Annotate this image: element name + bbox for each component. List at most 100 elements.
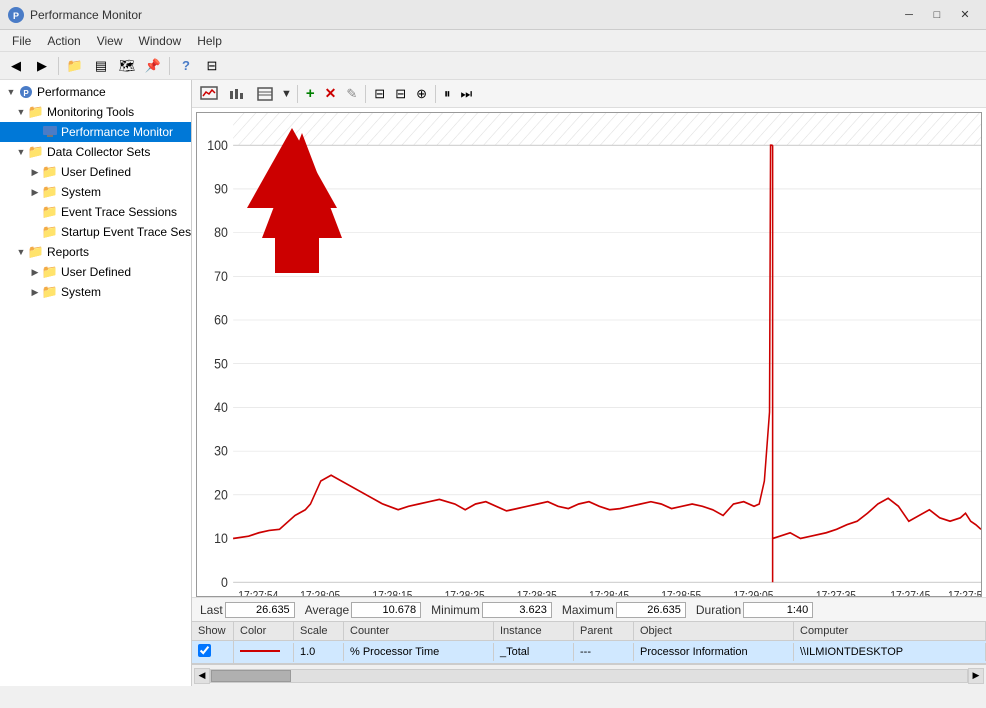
- cell-counter: % Processor Time: [344, 643, 494, 661]
- mt-histogram-view[interactable]: [224, 83, 250, 105]
- mt-graph-view[interactable]: [196, 83, 222, 105]
- sidebar-label-sys2: System: [61, 285, 101, 299]
- mt-report-view[interactable]: [252, 83, 278, 105]
- folder-icon-sets: 📁: [42, 224, 58, 240]
- menu-action[interactable]: Action: [39, 32, 88, 50]
- toolbar-up[interactable]: 📁: [63, 55, 87, 77]
- counter-table-header: Show Color Scale Counter Instance Parent…: [192, 622, 986, 641]
- svg-text:17:27:35: 17:27:35: [816, 590, 856, 596]
- sidebar-item-event-trace[interactable]: 📁 Event Trace Sessions: [0, 202, 191, 222]
- chart-inner: 100 90 80 70 60 50 40 30 20 10 0: [196, 112, 982, 597]
- last-label: Last: [200, 603, 223, 617]
- window-title: Performance Monitor: [30, 8, 142, 22]
- expander-monitoring-tools: ▼: [14, 105, 28, 119]
- sidebar-item-performance-monitor[interactable]: Performance Monitor: [0, 122, 191, 142]
- sidebar-item-performance[interactable]: ▼ P Performance: [0, 82, 191, 102]
- svg-text:40: 40: [214, 399, 228, 415]
- performance-icon: P: [18, 84, 34, 100]
- toolbar-view[interactable]: ▤: [89, 55, 113, 77]
- header-computer: Computer: [794, 622, 986, 640]
- minimize-button[interactable]: ─: [896, 5, 922, 25]
- svg-text:60: 60: [214, 312, 228, 328]
- toolbar-forward[interactable]: ▶: [30, 55, 54, 77]
- scroll-left-arrow[interactable]: ◀: [194, 668, 210, 684]
- counter-table: Show Color Scale Counter Instance Parent…: [192, 621, 986, 664]
- folder-icon-ud2: 📁: [42, 264, 58, 280]
- mt-dropdown-arrow[interactable]: ▼: [280, 88, 293, 100]
- main-toolbar: ◀ ▶ 📁 ▤ 🗺 📌 ? ⊟: [0, 52, 986, 80]
- sidebar-label-startup-event: Startup Event Trace Sess...: [61, 225, 192, 239]
- mt-copy[interactable]: ⊟: [370, 83, 389, 105]
- menu-file[interactable]: File: [4, 32, 39, 50]
- close-button[interactable]: ✕: [952, 5, 978, 25]
- arrow-head: [247, 128, 337, 208]
- duration-value: 1:40: [743, 602, 813, 618]
- svg-text:P: P: [13, 11, 19, 21]
- svg-text:70: 70: [214, 268, 228, 284]
- folder-icon-reports: 📁: [28, 244, 44, 260]
- expander-ets: [28, 205, 42, 219]
- sidebar-item-data-collector-sets[interactable]: ▼ 📁 Data Collector Sets: [0, 142, 191, 162]
- sidebar-item-system-1[interactable]: ▶ 📁 System: [0, 182, 191, 202]
- sidebar-item-user-defined-1[interactable]: ▶ 📁 User Defined: [0, 162, 191, 182]
- toolbar-map[interactable]: 🗺: [115, 55, 139, 77]
- svg-text:20: 20: [214, 487, 228, 503]
- expander-reports: ▼: [14, 245, 28, 259]
- sidebar-item-user-defined-2[interactable]: ▶ 📁 User Defined: [0, 262, 191, 282]
- svg-text:17:28:45: 17:28:45: [589, 590, 629, 596]
- toolbar-pin[interactable]: 📌: [141, 55, 165, 77]
- toolbar-back[interactable]: ◀: [4, 55, 28, 77]
- svg-text:17:28:15: 17:28:15: [372, 590, 412, 596]
- sidebar-label-dcs: Data Collector Sets: [47, 145, 150, 159]
- sidebar-label-ud2: User Defined: [61, 265, 131, 279]
- folder-icon-dcs: 📁: [28, 144, 44, 160]
- expander-performance: ▼: [4, 85, 18, 99]
- svg-text:P: P: [23, 89, 29, 98]
- menu-window[interactable]: Window: [131, 32, 190, 50]
- menu-view[interactable]: View: [89, 32, 131, 50]
- sidebar-item-system-2[interactable]: ▶ 📁 System: [0, 282, 191, 302]
- arrow-body: [275, 203, 319, 273]
- show-checkbox[interactable]: [198, 644, 211, 657]
- header-object: Object: [634, 622, 794, 640]
- cell-parent: ---: [574, 643, 634, 661]
- scroll-thumb[interactable]: [211, 670, 291, 682]
- mt-next[interactable]: ⏭: [457, 83, 477, 105]
- maximize-button[interactable]: □: [924, 5, 950, 25]
- mt-paste[interactable]: ⊟: [391, 83, 410, 105]
- svg-text:17:27:45: 17:27:45: [890, 590, 930, 596]
- expander-ud2: ▶: [28, 265, 42, 279]
- sidebar-label-ud1: User Defined: [61, 165, 131, 179]
- monitor-toolbar: ▼ + ✕ ✎ ⊟ ⊟ ⊕ ⏸ ⏭: [192, 80, 986, 108]
- expander-perfmon: [28, 125, 42, 139]
- header-show: Show: [192, 622, 234, 640]
- mt-highlight[interactable]: ✎: [342, 83, 361, 105]
- expander-dcs: ▼: [14, 145, 28, 159]
- sidebar-item-startup-event[interactable]: 📁 Startup Event Trace Sess...: [0, 222, 191, 242]
- header-scale: Scale: [294, 622, 344, 640]
- menu-help[interactable]: Help: [189, 32, 230, 50]
- sidebar-item-reports[interactable]: ▼ 📁 Reports: [0, 242, 191, 262]
- toolbar-extra[interactable]: ⊟: [200, 55, 224, 77]
- scroll-track[interactable]: [210, 669, 968, 683]
- header-instance: Instance: [494, 622, 574, 640]
- svg-text:17:28:05: 17:28:05: [300, 590, 340, 596]
- expander-ud1: ▶: [28, 165, 42, 179]
- expander-sets: [28, 225, 42, 239]
- sidebar-item-monitoring-tools[interactable]: ▼ 📁 Monitoring Tools: [0, 102, 191, 122]
- mt-pause[interactable]: ⏸: [440, 83, 455, 105]
- mt-zoom[interactable]: ⊕: [412, 83, 431, 105]
- menu-bar: File Action View Window Help: [0, 30, 986, 52]
- counter-row[interactable]: 1.0 % Processor Time _Total --- Processo…: [192, 641, 986, 664]
- title-bar: P Performance Monitor ─ □ ✕: [0, 0, 986, 30]
- header-parent: Parent: [574, 622, 634, 640]
- mt-remove-counter[interactable]: ✕: [321, 83, 341, 105]
- svg-text:17:28:35: 17:28:35: [517, 590, 557, 596]
- minimum-value: 3.623: [482, 602, 552, 618]
- mt-add-counter[interactable]: +: [302, 83, 319, 105]
- svg-text:30: 30: [214, 443, 228, 459]
- toolbar-help[interactable]: ?: [174, 55, 198, 77]
- header-counter: Counter: [344, 622, 494, 640]
- sidebar-label-ets: Event Trace Sessions: [61, 205, 177, 219]
- scroll-right-arrow[interactable]: ▶: [968, 668, 984, 684]
